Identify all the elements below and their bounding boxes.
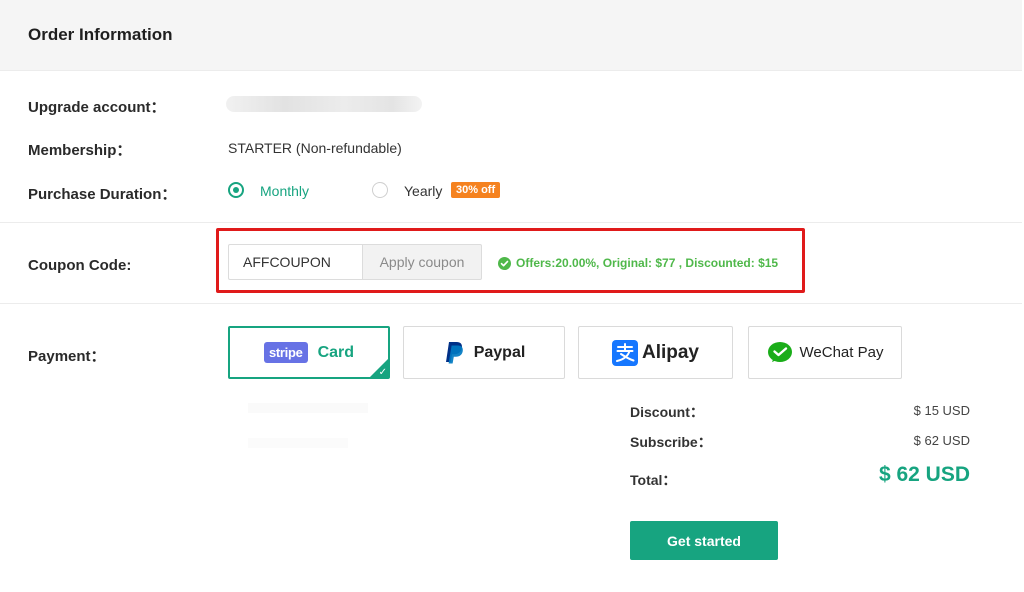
yearly-discount-badge: 30% off [451, 182, 501, 198]
purchase-duration-label: Purchase Duration： [28, 186, 177, 203]
get-started-button[interactable]: Get started [630, 521, 778, 560]
coupon-input[interactable] [228, 244, 362, 280]
stripe-logo-icon: stripe [263, 342, 308, 363]
payment-label: Payment： [28, 348, 106, 365]
radio-monthly-label[interactable]: Monthly [260, 183, 309, 199]
coupon-offer-status: Offers:20.00%, Original: $77 , Discounte… [498, 256, 778, 270]
total-value: $ 62 USD [878, 463, 970, 486]
payment-option-card[interactable]: stripe Card ✓ [228, 326, 390, 379]
payment-option-wechat[interactable]: WeChat Pay [748, 326, 902, 379]
subscribe-value: $ 62 USD [913, 433, 970, 448]
coupon-code-label: Coupon Code: [28, 257, 132, 274]
upgrade-account-label: Upgrade account： [28, 99, 166, 116]
payment-option-card-label: Card [317, 343, 355, 361]
radio-monthly[interactable] [228, 182, 244, 198]
membership-label: Membership： [28, 142, 132, 159]
payment-option-alipay[interactable]: Alipay [578, 326, 733, 379]
order-header: Order Information [0, 0, 1022, 71]
divider [0, 303, 1022, 304]
subscribe-label: Subscribe： [630, 434, 712, 450]
coupon-offer-text: Offers:20.00%, Original: $77 , Discounte… [516, 256, 779, 270]
faint-placeholder [248, 438, 348, 448]
radio-yearly[interactable] [372, 182, 388, 198]
check-circle-icon [498, 256, 511, 270]
membership-value: STARTER (Non-refundable) [228, 140, 402, 156]
account-email-blurred [226, 96, 422, 112]
total-label: Total： [630, 472, 677, 488]
divider [0, 222, 1022, 223]
alipay-icon [611, 339, 638, 366]
payment-option-paypal[interactable]: Paypal [403, 326, 565, 379]
discount-label: Discount： [630, 404, 704, 420]
payment-option-wechat-label: WeChat Pay [799, 344, 884, 361]
radio-yearly-label[interactable]: Yearly [404, 183, 442, 199]
payment-option-paypal-label: Paypal [473, 343, 526, 361]
discount-value: $ 15 USD [913, 403, 970, 418]
paypal-icon [445, 341, 463, 363]
checkmark-icon: ✓ [378, 367, 387, 378]
page-title: Order Information [28, 25, 173, 44]
wechat-pay-icon [767, 341, 792, 362]
payment-option-alipay-label: Alipay [641, 341, 700, 363]
faint-placeholder [248, 403, 368, 413]
apply-coupon-button[interactable]: Apply coupon [362, 244, 482, 280]
